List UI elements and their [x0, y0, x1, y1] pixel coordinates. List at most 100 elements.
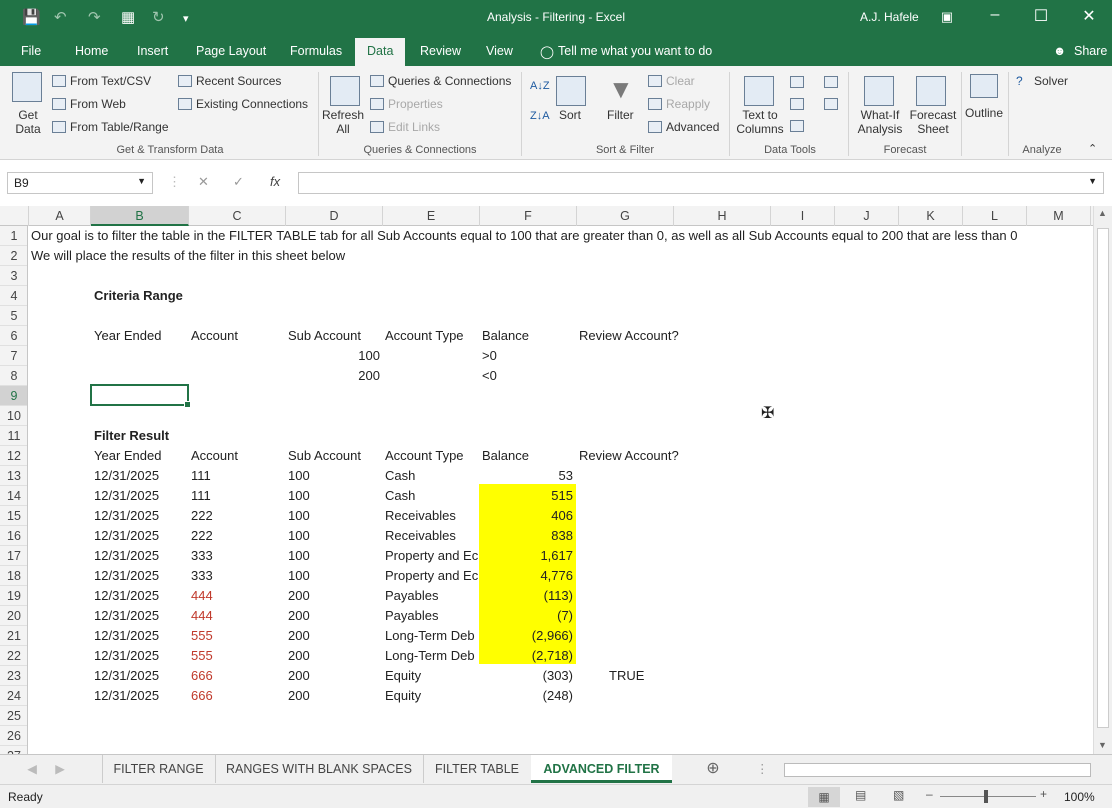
year-cell[interactable]: 12/31/2025: [94, 606, 159, 626]
year-cell[interactable]: 12/31/2025: [94, 566, 159, 586]
next-sheet-icon[interactable]: ▶: [52, 755, 68, 783]
account-type-cell[interactable]: Cash: [385, 466, 415, 486]
account-cell[interactable]: 333: [191, 566, 213, 586]
year-cell[interactable]: 12/31/2025: [94, 586, 159, 606]
col-D[interactable]: D: [286, 206, 383, 226]
account-type-cell[interactable]: Long-Term Deb: [385, 646, 479, 666]
select-all[interactable]: [0, 206, 29, 226]
account-cell[interactable]: 444: [191, 586, 213, 606]
from-table-button[interactable]: From Table/Range: [52, 120, 169, 134]
sheet-tab-filter-range[interactable]: FILTER RANGE: [102, 755, 214, 783]
row-header[interactable]: 17: [0, 546, 27, 566]
prev-sheet-icon[interactable]: ◀: [24, 755, 40, 783]
account-cell[interactable]: 222: [191, 506, 213, 526]
minimize-button[interactable]: –: [980, 6, 1010, 24]
tell-me-search[interactable]: Tell me what you want to do: [558, 44, 712, 58]
tab-data[interactable]: Data: [355, 38, 406, 66]
user-name[interactable]: A.J. Hafele: [860, 10, 919, 24]
clear-button[interactable]: Clear: [648, 74, 695, 88]
sub-account-cell[interactable]: 100: [288, 466, 310, 486]
account-type-cell[interactable]: Payables: [385, 586, 438, 606]
sub-account-cell[interactable]: 100: [288, 486, 310, 506]
from-web-button[interactable]: From Web: [52, 97, 126, 111]
col-J[interactable]: J: [835, 206, 899, 226]
year-cell[interactable]: 12/31/2025: [94, 466, 159, 486]
account-cell[interactable]: 555: [191, 646, 213, 666]
active-cell[interactable]: [90, 384, 191, 408]
existing-connections-button[interactable]: Existing Connections: [178, 97, 308, 111]
row-header[interactable]: 27: [0, 746, 27, 754]
sheet-tab-advanced-filter[interactable]: ADVANCED FILTER: [531, 755, 672, 783]
remove-duplicates-icon[interactable]: [790, 98, 804, 110]
tab-insert[interactable]: Insert: [137, 44, 168, 58]
solver-button[interactable]: Solver: [1034, 74, 1068, 88]
balance-cell[interactable]: 838: [479, 526, 573, 546]
result-header[interactable]: Account: [191, 446, 238, 466]
criteria-header[interactable]: Sub Account: [288, 326, 361, 346]
sheet-tab-filter-table[interactable]: FILTER TABLE: [423, 755, 530, 783]
data-validation-icon[interactable]: [790, 120, 804, 132]
text-to-columns-button[interactable]: Text to Columns: [736, 108, 784, 136]
criteria-sub-account[interactable]: 100: [286, 346, 380, 366]
balance-cell[interactable]: (113): [479, 586, 573, 606]
page-layout-icon[interactable]: ▤: [855, 788, 866, 802]
cancel-icon[interactable]: ✕: [198, 174, 209, 190]
add-sheet-icon[interactable]: ⊕: [704, 755, 722, 783]
row-header[interactable]: 20: [0, 606, 27, 626]
tab-page-layout[interactable]: Page Layout: [196, 44, 266, 58]
relationships-icon[interactable]: [824, 98, 838, 110]
row-header[interactable]: 6: [0, 326, 27, 346]
cell-A2[interactable]: We will place the results of the filter …: [31, 246, 345, 266]
row-header[interactable]: 18: [0, 566, 27, 586]
sub-account-cell[interactable]: 100: [288, 566, 310, 586]
year-cell[interactable]: 12/31/2025: [94, 546, 159, 566]
outline-button[interactable]: Outline: [965, 106, 1003, 120]
year-cell[interactable]: 12/31/2025: [94, 666, 159, 686]
sub-account-cell[interactable]: 100: [288, 506, 310, 526]
tab-file[interactable]: File: [21, 44, 41, 58]
review-cell[interactable]: TRUE: [609, 666, 644, 686]
criteria-sub-account[interactable]: 200: [286, 366, 380, 386]
result-header[interactable]: Review Account?: [579, 446, 679, 466]
zoom-in-icon[interactable]: +: [1040, 787, 1047, 801]
col-L[interactable]: L: [963, 206, 1027, 226]
row-header[interactable]: 23: [0, 666, 27, 686]
maximize-button[interactable]: ☐: [1026, 6, 1056, 26]
forecast-sheet-button[interactable]: Forecast Sheet: [908, 108, 958, 136]
balance-cell[interactable]: 406: [479, 506, 573, 526]
sub-account-cell[interactable]: 200: [288, 586, 310, 606]
result-header[interactable]: Account Type: [385, 446, 464, 466]
account-type-cell[interactable]: Property and Ec: [385, 566, 479, 586]
tab-formulas[interactable]: Formulas: [290, 44, 342, 58]
criteria-balance[interactable]: <0: [482, 366, 497, 386]
col-C[interactable]: C: [189, 206, 286, 226]
row-header[interactable]: 8: [0, 366, 27, 386]
col-H[interactable]: H: [674, 206, 771, 226]
year-cell[interactable]: 12/31/2025: [94, 526, 159, 546]
sub-account-cell[interactable]: 200: [288, 666, 310, 686]
result-title[interactable]: Filter Result: [94, 426, 169, 446]
from-text-button[interactable]: From Text/CSV: [52, 74, 151, 88]
col-A[interactable]: A: [29, 206, 91, 226]
row-header[interactable]: 16: [0, 526, 27, 546]
reapply-button[interactable]: Reapply: [648, 97, 710, 111]
balance-cell[interactable]: (303): [479, 666, 573, 686]
criteria-header[interactable]: Review Account?: [579, 326, 679, 346]
row-header[interactable]: 11: [0, 426, 27, 446]
zoom-thumb[interactable]: [984, 790, 988, 803]
row-header[interactable]: 4: [0, 286, 27, 306]
row-header[interactable]: 12: [0, 446, 27, 466]
refresh-all-button[interactable]: Refresh All: [322, 108, 364, 136]
sub-account-cell[interactable]: 100: [288, 526, 310, 546]
year-cell[interactable]: 12/31/2025: [94, 686, 159, 706]
col-E[interactable]: E: [383, 206, 480, 226]
year-cell[interactable]: 12/31/2025: [94, 506, 159, 526]
row-header[interactable]: 3: [0, 266, 27, 286]
properties-button[interactable]: Properties: [370, 97, 443, 111]
filter-button[interactable]: Filter: [607, 108, 634, 122]
row-header[interactable]: 9: [0, 386, 27, 406]
col-I[interactable]: I: [771, 206, 835, 226]
balance-cell[interactable]: 4,776: [479, 566, 573, 586]
result-header[interactable]: Balance: [482, 446, 529, 466]
ribbon-display-icon[interactable]: ▣: [932, 9, 962, 25]
